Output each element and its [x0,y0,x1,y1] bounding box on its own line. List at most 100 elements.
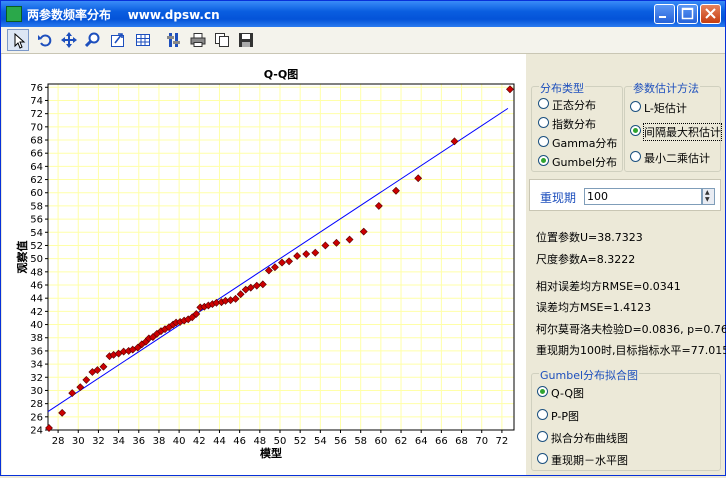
data-point [271,263,279,272]
radio-dot [630,125,641,136]
export-icon [111,33,124,47]
data-point [58,408,67,417]
y-tick-label: 58 [30,201,43,212]
x-tick-label: 56 [334,436,347,447]
chart-title: Q-Q图 [264,68,298,81]
undo-icon [38,34,52,47]
y-tick-label: 68 [30,136,43,147]
data-point [345,235,354,244]
radio-dot [537,386,548,397]
data-point [236,290,245,299]
pointer-icon [14,33,26,49]
radio-dot [538,98,549,109]
radio-label: 最小二乘估计 [644,152,710,165]
x-tick-label: 46 [233,436,246,447]
radio-label: 间隔最大积估计 [643,123,722,141]
x-tick-label: 64 [415,436,428,447]
minimize-button[interactable] [654,4,675,24]
distribution-group-title: 分布类型 [539,80,585,96]
y-tick-label: 64 [30,162,43,173]
y-tick-label: 44 [30,294,43,305]
x-tick-label: 28 [52,436,65,447]
mse-value: 误差均方MSE=1.4123 [536,301,652,314]
return-period-spinner[interactable]: ▲ ▼ [702,188,715,205]
title-bar[interactable]: 两参数频率分布 www.dpsw.cn [1,1,725,27]
close-button[interactable] [700,4,721,24]
minimize-icon [659,16,666,18]
x-tick-label: 68 [455,436,468,447]
radio-label: Gamma分布 [552,137,618,150]
table-tool[interactable] [132,29,154,51]
print-tool[interactable] [187,29,209,51]
radio-label: 重现期－水平图 [551,454,628,467]
close-icon [705,8,716,19]
copy-icon [215,33,229,47]
y-tick-label: 62 [30,175,43,186]
app-icon [6,6,22,22]
x-tick-label: 72 [496,436,509,447]
data-point [414,174,423,183]
scale-param: 尺度参数A=8.3222 [536,253,636,266]
pointer-tool[interactable] [7,29,29,51]
y-tick-label: 76 [30,83,43,94]
zoom-icon [85,32,100,48]
print-icon [190,33,206,47]
radio-dot [538,117,549,128]
app-window: 两参数频率分布 www.dpsw.cn 28 30 32 34 36 38 40… [0,0,726,476]
x-tick-label: 50 [274,436,287,447]
location-param: 位置参数U=38.7323 [536,231,643,244]
radio-label: L-矩估计 [644,102,687,115]
radio-dot [630,101,641,112]
y-tick-label: 36 [30,346,43,357]
save-tool[interactable] [235,29,257,51]
data-point [450,137,459,146]
radio-dot [537,431,548,442]
x-tick-label: 52 [294,436,307,447]
x-tick-label: 36 [132,436,145,447]
qq-chart[interactable]: 28 30 32 34 36 38 40 42 44 46 48 50 52 54 56 58 60 62 64 66… [2,54,526,475]
x-tick-label: 58 [354,436,367,447]
y-tick-label: 60 [30,188,43,199]
data-point [321,241,330,250]
x-tick-label: 34 [112,436,125,447]
y-tick-label: 24 [30,426,43,437]
move-tool[interactable] [58,29,80,51]
radio-dot [538,155,549,166]
y-axis-label: 观察值 [15,241,29,274]
data-point [258,280,267,289]
zoom-tool[interactable] [82,29,104,51]
plot-frame [47,83,515,431]
x-tick-label: 70 [475,436,488,447]
y-tick-label: 34 [30,360,43,371]
y-tick-label: 40 [30,320,43,331]
y-tick-label: 52 [30,241,43,252]
export-tool[interactable] [107,29,129,51]
return-period-label: 重现期 [540,191,577,205]
window-title: 两参数频率分布 www.dpsw.cn [27,8,220,22]
y-tick-label: 48 [30,267,43,278]
table-icon [136,34,150,46]
y-tick-label: 26 [30,412,43,423]
maximize-button[interactable] [677,4,698,24]
return-period-input[interactable] [584,188,702,205]
y-tick-label: 70 [30,122,43,133]
radio-dot [537,409,548,420]
y-tick-label: 54 [30,228,43,239]
data-point [311,248,320,257]
maximize-icon [681,7,694,20]
x-axis-label: 模型 [260,446,282,460]
radio-dot [538,136,549,147]
plot-group-title: Gumbel分布拟合图 [539,367,640,383]
x-tick-label: 60 [374,436,387,447]
copy-tool[interactable] [211,29,233,51]
y-tick-label: 46 [30,281,43,292]
radio-label: P-P图 [551,410,579,423]
settings-tool[interactable] [163,29,185,51]
radio-label: 拟合分布曲线图 [551,432,628,445]
radio-label: 指数分布 [552,118,596,131]
distribution-type-group: 分布类型 正态分布 指数分布 Gamma分布 Gumbel分布 [531,80,623,172]
estimation-method-group: 参数估计方法 L-矩估计 间隔最大积估计 最小二乘估计 [624,80,722,172]
plot-area[interactable]: 28 30 32 34 36 38 40 42 44 46 48 50 52 54 56 58 60 62 64 66… [2,54,526,475]
undo-tool[interactable] [34,29,56,51]
y-tick-label: 30 [30,386,43,397]
